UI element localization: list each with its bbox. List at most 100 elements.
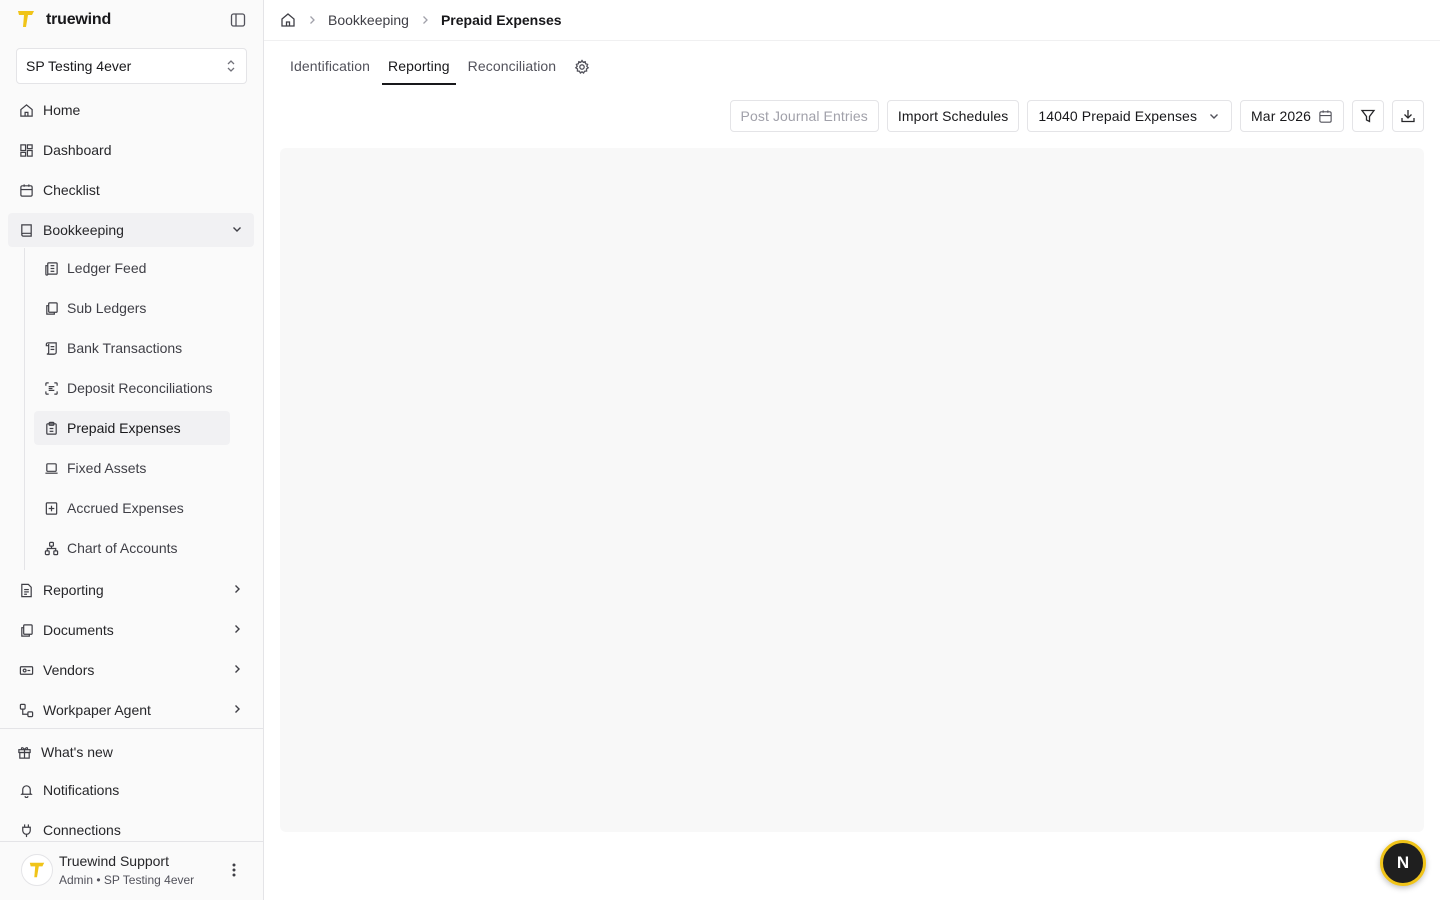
chevron-down-icon <box>1207 109 1221 123</box>
bell-icon <box>18 782 34 798</box>
calendar-icon <box>18 182 34 198</box>
main-content: Bookkeeping Prepaid Expenses Identificat… <box>264 0 1440 900</box>
settings-gear-icon[interactable] <box>568 52 596 85</box>
header-divider <box>264 40 1440 41</box>
home-icon <box>18 102 34 118</box>
scroll-icon <box>43 340 59 356</box>
clipboard-icon <box>43 420 59 436</box>
organization-select-value: SP Testing 4ever <box>26 58 132 74</box>
chevrons-up-down-icon <box>225 59 237 76</box>
sidebar-item-vendors[interactable]: Vendors <box>8 653 254 687</box>
period-picker[interactable]: Mar 2026 <box>1240 100 1344 132</box>
chevron-right-icon <box>230 582 244 599</box>
sidebar-item-label: Connections <box>43 822 121 838</box>
sidebar-item-documents[interactable]: Documents <box>8 613 254 647</box>
sidebar-item-label: Documents <box>43 622 114 638</box>
tab-bar: Identification Reporting Reconciliation <box>284 52 596 86</box>
copy-icon <box>43 300 59 316</box>
sidebar-item-label: Vendors <box>43 662 95 678</box>
assistant-launcher-button[interactable]: N <box>1380 840 1426 886</box>
sidebar-item-deposit-reconciliations[interactable]: Deposit Reconciliations <box>34 371 230 405</box>
user-name: Truewind Support <box>59 853 169 869</box>
sidebar-subitem-label: Sub Ledgers <box>67 300 147 316</box>
chevron-right-icon <box>419 14 431 26</box>
sidebar-item-label: Dashboard <box>43 142 112 158</box>
sidebar-item-accrued-expenses[interactable]: Accrued Expenses <box>34 491 230 525</box>
laptop-icon <box>43 460 59 476</box>
sidebar-item-label: Checklist <box>43 182 100 198</box>
sidebar-item-home[interactable]: Home <box>8 93 254 127</box>
breadcrumb: Bookkeeping Prepaid Expenses <box>280 9 562 31</box>
sidebar-item-checklist[interactable]: Checklist <box>8 173 254 207</box>
account-select[interactable]: 14040 Prepaid Expenses <box>1027 100 1233 132</box>
file-text-icon <box>18 582 34 598</box>
more-vertical-icon[interactable] <box>226 860 242 880</box>
chevron-right-icon <box>230 702 244 719</box>
sidebar-subitem-label: Chart of Accounts <box>67 540 178 556</box>
sidebar-item-label: Workpaper Agent <box>43 702 151 718</box>
vendor-card-icon <box>18 662 34 678</box>
submenu-rail <box>24 248 25 570</box>
sidebar: truewind SP Testing 4ever Home Dashboard… <box>0 0 264 900</box>
sidebar-subitem-label: Bank Transactions <box>67 340 183 356</box>
download-icon <box>1400 108 1416 124</box>
sidebar-item-workpaper-agent[interactable]: Workpaper Agent <box>8 693 254 727</box>
plus-square-icon <box>43 500 59 516</box>
chevron-down-icon <box>230 222 244 239</box>
book-icon <box>18 222 34 238</box>
sidebar-item-whats-new[interactable]: What's new <box>8 735 254 769</box>
chevron-right-icon <box>230 662 244 679</box>
account-select-value: 14040 Prepaid Expenses <box>1038 108 1198 124</box>
calendar-icon <box>1318 109 1333 124</box>
sidebar-item-bookkeeping[interactable]: Bookkeeping <box>8 213 254 247</box>
hierarchy-icon <box>43 540 59 556</box>
truewind-logo-icon <box>16 9 36 32</box>
import-schedules-button[interactable]: Import Schedules <box>886 100 1020 132</box>
sidebar-item-notifications[interactable]: Notifications <box>8 773 254 807</box>
gift-icon <box>16 744 32 760</box>
sidebar-item-prepaid-expenses[interactable]: Prepaid Expenses <box>34 411 230 445</box>
breadcrumb-bookkeeping[interactable]: Bookkeeping <box>328 12 409 28</box>
sidebar-item-dashboard[interactable]: Dashboard <box>8 133 254 167</box>
chevron-right-icon <box>230 622 244 639</box>
ledger-icon <box>43 260 59 276</box>
user-profile[interactable]: Truewind Support Admin • SP Testing 4eve… <box>0 842 263 900</box>
download-button[interactable] <box>1392 100 1424 132</box>
filter-icon <box>1360 108 1376 124</box>
sidebar-item-label: Home <box>43 102 81 118</box>
filter-button[interactable] <box>1352 100 1384 132</box>
workflow-icon <box>18 702 34 718</box>
brand[interactable]: truewind <box>16 8 111 32</box>
post-journal-entries-button[interactable]: Post Journal Entries <box>729 100 879 132</box>
toolbar: Post Journal Entries Import Schedules 14… <box>729 100 1424 132</box>
sidebar-item-label: Reporting <box>43 582 104 598</box>
report-content-panel <box>280 148 1424 832</box>
sidebar-subitem-label: Accrued Expenses <box>67 500 184 516</box>
breadcrumb-current-page: Prepaid Expenses <box>440 12 562 28</box>
sidebar-toggle-icon[interactable] <box>228 10 248 30</box>
period-picker-value: Mar 2026 <box>1251 108 1311 124</box>
sidebar-item-label: Notifications <box>43 782 120 798</box>
plug-icon <box>18 822 34 838</box>
tab-identification[interactable]: Identification <box>284 52 376 85</box>
sidebar-item-fixed-assets[interactable]: Fixed Assets <box>34 451 230 485</box>
sidebar-subitem-label: Deposit Reconciliations <box>67 380 213 396</box>
sidebar-subitem-label: Fixed Assets <box>67 460 147 476</box>
sidebar-item-reporting[interactable]: Reporting <box>8 573 254 607</box>
organization-select[interactable]: SP Testing 4ever <box>16 48 247 84</box>
sidebar-item-ledger-feed[interactable]: Ledger Feed <box>34 251 230 285</box>
sidebar-item-label: What's new <box>41 744 113 760</box>
home-icon[interactable] <box>280 12 296 28</box>
tab-reporting[interactable]: Reporting <box>382 52 456 85</box>
sidebar-item-label: Bookkeeping <box>43 222 124 238</box>
sidebar-divider <box>0 728 263 729</box>
sidebar-item-bank-transactions[interactable]: Bank Transactions <box>34 331 230 365</box>
avatar <box>21 854 53 886</box>
scan-text-icon <box>43 380 59 396</box>
sidebar-item-chart-of-accounts[interactable]: Chart of Accounts <box>34 531 230 565</box>
tab-reconciliation[interactable]: Reconciliation <box>462 52 563 85</box>
dashboard-icon <box>18 142 34 158</box>
sidebar-subitem-label: Prepaid Expenses <box>67 420 181 436</box>
user-role: Admin • SP Testing 4ever <box>59 873 195 887</box>
sidebar-item-sub-ledgers[interactable]: Sub Ledgers <box>34 291 230 325</box>
